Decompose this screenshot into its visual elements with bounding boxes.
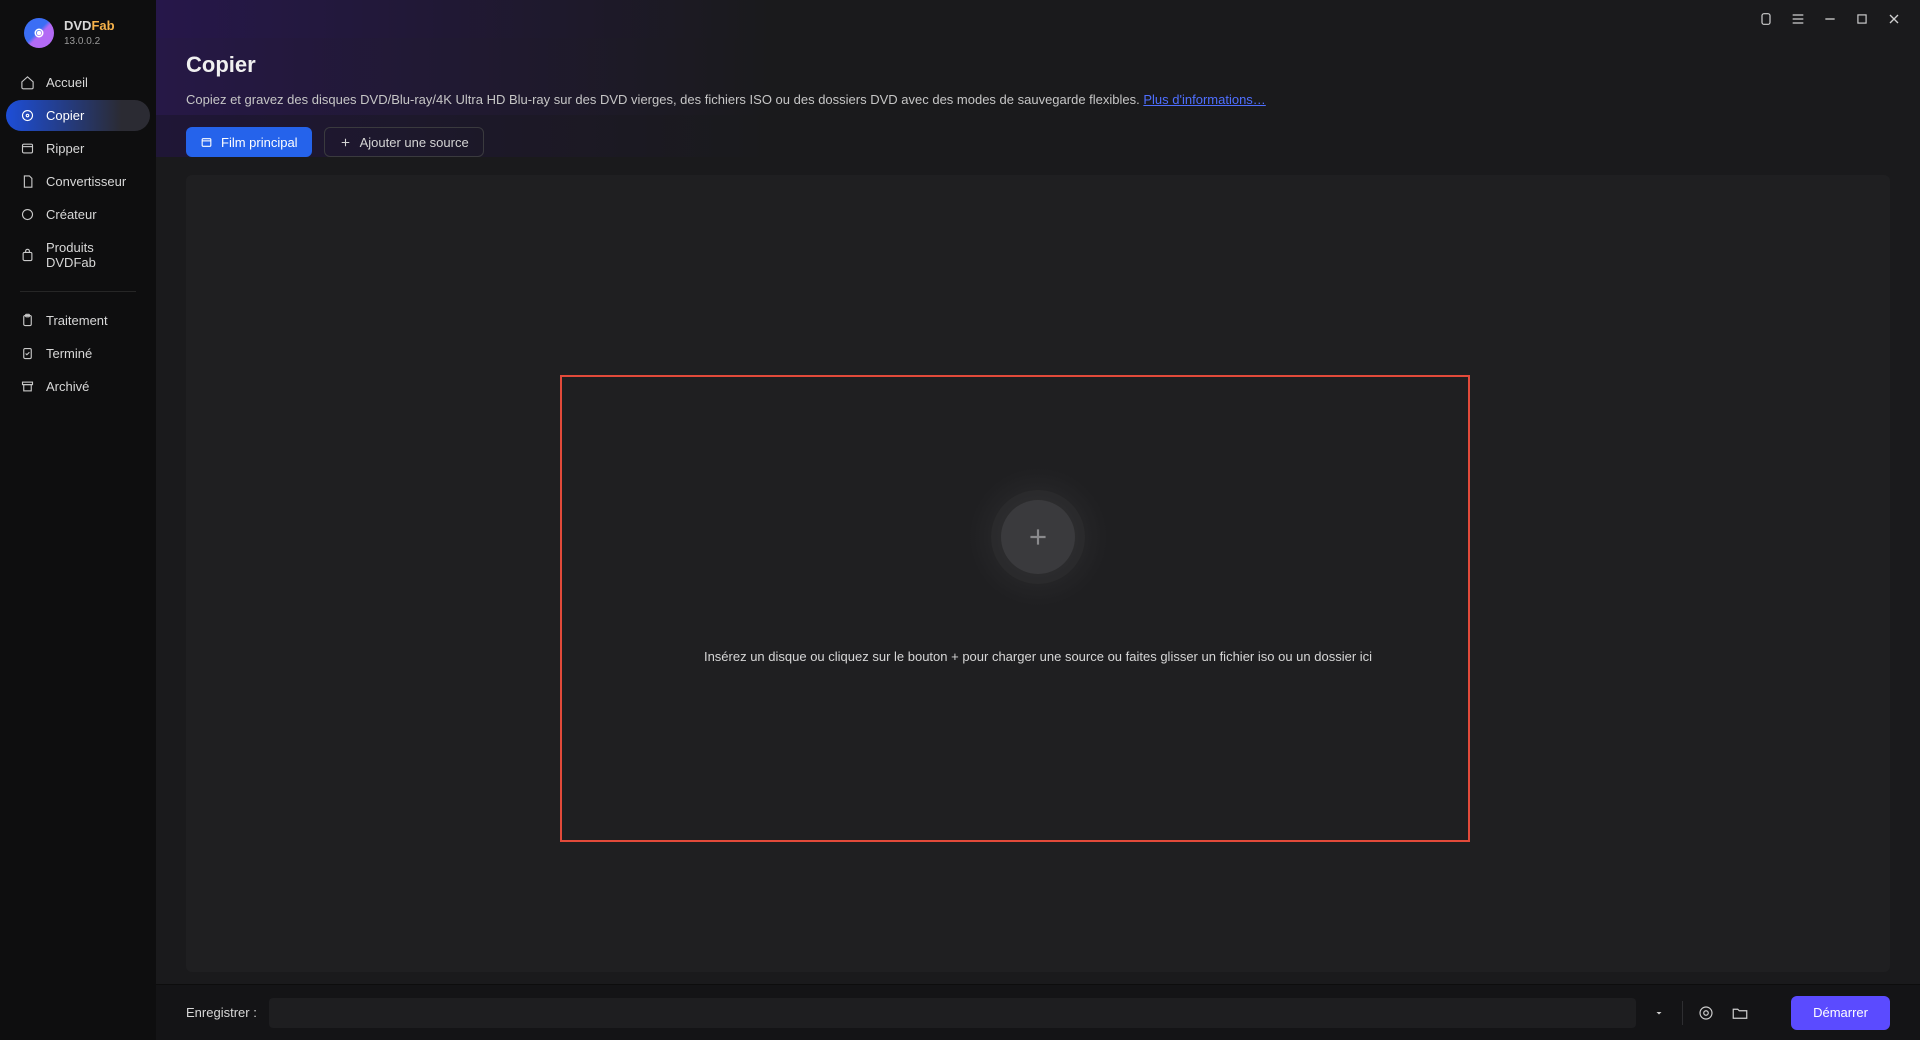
nav-main: Accueil Copier Ripper Convertisseur Créa… xyxy=(0,66,156,403)
add-source-button[interactable]: Ajouter une source xyxy=(324,127,484,157)
bag-icon xyxy=(20,248,35,263)
sidebar-item-traitement[interactable]: Traitement xyxy=(6,305,150,336)
titlebar xyxy=(156,0,1920,38)
drop-area[interactable]: Insérez un disque ou cliquez sur le bout… xyxy=(186,175,1890,972)
nav-divider xyxy=(20,291,136,292)
check-icon xyxy=(20,346,35,361)
notifications-icon[interactable] xyxy=(1758,11,1774,27)
sidebar-item-label: Produits DVDFab xyxy=(46,240,136,270)
sparkle-icon xyxy=(20,207,35,222)
sidebar-item-createur[interactable]: Créateur xyxy=(6,199,150,230)
sidebar-item-accueil[interactable]: Accueil xyxy=(6,67,150,98)
save-path-dropdown[interactable] xyxy=(1648,1007,1670,1019)
content: Insérez un disque ou cliquez sur le bout… xyxy=(156,157,1920,984)
close-icon[interactable] xyxy=(1886,11,1902,27)
more-info-link[interactable]: Plus d'informations… xyxy=(1143,92,1265,107)
folder-output-icon[interactable] xyxy=(1729,1004,1751,1022)
sidebar-item-convertisseur[interactable]: Convertisseur xyxy=(6,166,150,197)
archive-icon xyxy=(20,379,35,394)
minimize-icon[interactable] xyxy=(1822,11,1838,27)
footer: Enregistrer : Démarrer xyxy=(156,984,1920,1040)
sidebar-item-produits[interactable]: Produits DVDFab xyxy=(6,232,150,278)
menu-icon[interactable] xyxy=(1790,11,1806,27)
iso-output-icon[interactable] xyxy=(1695,1004,1717,1022)
page-title: Copier xyxy=(186,52,1890,78)
page-description: Copiez et gravez des disques DVD/Blu-ray… xyxy=(186,92,1890,107)
plus-icon xyxy=(339,136,352,149)
page-header: Copier Copiez et gravez des disques DVD/… xyxy=(156,38,1920,115)
divider xyxy=(1682,1001,1683,1025)
add-source-circle[interactable] xyxy=(1001,500,1075,574)
box-icon xyxy=(20,141,35,156)
home-icon xyxy=(20,75,35,90)
movie-icon xyxy=(200,136,213,149)
brand-name: DVDFab xyxy=(64,19,115,33)
app-logo: DVDFab 13.0.0.2 xyxy=(0,14,156,66)
clipboard-icon xyxy=(20,313,35,328)
sidebar-item-label: Terminé xyxy=(46,346,92,361)
sidebar-item-copier[interactable]: Copier xyxy=(6,100,150,131)
start-button[interactable]: Démarrer xyxy=(1791,996,1890,1030)
toolbar: Film principal Ajouter une source xyxy=(156,115,1920,157)
sidebar-item-ripper[interactable]: Ripper xyxy=(6,133,150,164)
sidebar-item-archive[interactable]: Archivé xyxy=(6,371,150,402)
plus-icon xyxy=(1025,524,1051,550)
sidebar: DVDFab 13.0.0.2 Accueil Copier Ripper Co… xyxy=(0,0,156,1040)
drop-hint: Insérez un disque ou cliquez sur le bout… xyxy=(704,649,1372,664)
sidebar-item-label: Convertisseur xyxy=(46,174,126,189)
maximize-icon[interactable] xyxy=(1854,11,1870,27)
logo-icon xyxy=(24,18,54,48)
disc-icon xyxy=(20,108,35,123)
save-path-input[interactable] xyxy=(269,998,1636,1028)
sidebar-item-label: Copier xyxy=(46,108,84,123)
sidebar-item-label: Archivé xyxy=(46,379,89,394)
file-icon xyxy=(20,174,35,189)
save-label: Enregistrer : xyxy=(186,1005,257,1020)
main-movie-button[interactable]: Film principal xyxy=(186,127,312,157)
sidebar-item-label: Accueil xyxy=(46,75,88,90)
sidebar-item-termine[interactable]: Terminé xyxy=(6,338,150,369)
sidebar-item-label: Traitement xyxy=(46,313,108,328)
app-version: 13.0.0.2 xyxy=(64,36,115,47)
sidebar-item-label: Créateur xyxy=(46,207,97,222)
sidebar-item-label: Ripper xyxy=(46,141,84,156)
main-area: Copier Copiez et gravez des disques DVD/… xyxy=(156,0,1920,1040)
